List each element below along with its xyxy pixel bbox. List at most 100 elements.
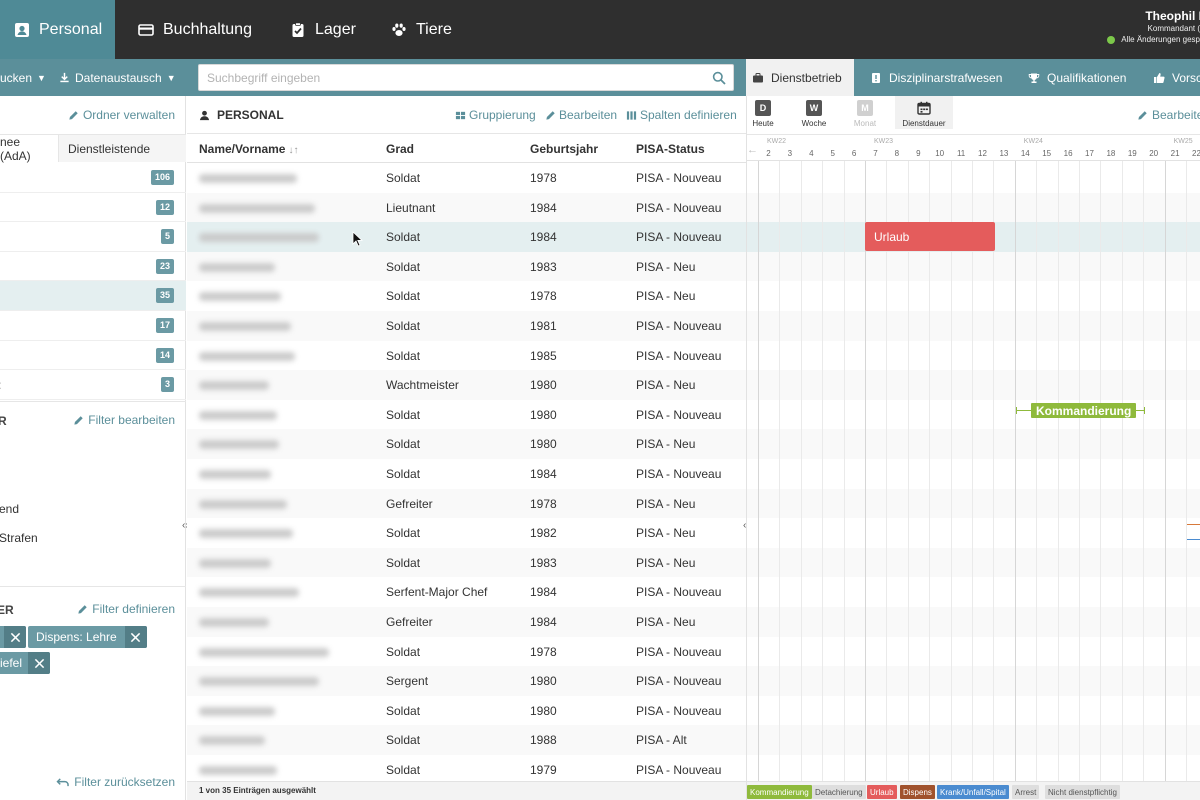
timeline-row[interactable] [747,577,1200,607]
folder-item[interactable]: 14 [0,341,186,371]
timeline-row[interactable] [747,429,1200,459]
timeline-row[interactable] [747,547,1200,578]
view-label: Dienstdauer [902,119,946,128]
table-row[interactable]: Lieutnant 1984 PISA - Nouveau [187,192,746,223]
timeline-row[interactable] [747,311,1200,341]
define-filter-link[interactable]: Filter definieren [77,602,175,616]
timeline-row[interactable] [747,488,1200,519]
timeline-row[interactable] [747,281,1200,311]
reset-filter-link[interactable]: Filter zurücksetzen [56,775,175,789]
timeline-row[interactable] [747,163,1200,193]
arrow-left-icon[interactable]: ← [747,144,758,156]
table-row[interactable]: Gefreiter 1978 PISA - Neu [187,488,746,519]
table-row[interactable]: Gefreiter 1984 PISA - Neu [187,607,746,637]
define-columns-button[interactable]: Spalten definieren [626,108,737,122]
event-label: Kommandierung [1036,403,1132,418]
table-row[interactable]: Soldat 1983 PISA - Neu [187,547,746,578]
tab-dienstbetrieb[interactable]: Dienstbetrieb [746,59,854,96]
event-urlaub[interactable]: Urlaub [865,222,995,251]
cell-pisa: PISA - Nouveau [636,467,722,481]
search-icon[interactable] [712,71,726,85]
column-header-grad[interactable]: Grad [386,142,414,156]
close-icon[interactable] [28,652,51,674]
tab-dienstleistende[interactable]: Dienstleistende [59,135,186,162]
close-icon[interactable] [4,626,26,648]
tab-qualifikationen[interactable]: Qualifikationen [1028,59,1126,96]
nav-tab-buchhaltung[interactable]: Buchhaltung [138,0,252,59]
folder-item[interactable]: :3 [0,370,186,400]
timeline-row[interactable] [747,607,1200,637]
table-row[interactable]: Soldat 1980 PISA - Neu [187,429,746,459]
print-dropdown-button[interactable]: ucken ▼ [0,59,46,96]
filter-item[interactable]: Strafen [0,531,38,545]
table-row[interactable]: Soldat 1988 PISA - Alt [187,725,746,755]
table-row[interactable]: Soldat 1982 PISA - Neu [187,518,746,548]
table-row[interactable]: Soldat 1981 PISA - Nouveau [187,311,746,341]
timeline-row[interactable] [747,725,1200,755]
event-dispens-line[interactable] [1187,524,1200,525]
filter-item[interactable]: end [0,502,19,516]
timeline-row[interactable] [747,192,1200,223]
table-row[interactable]: Soldat 1978 PISA - Nouveau [187,637,746,667]
tab-vorschlaege[interactable]: Vorsc [1153,59,1200,96]
grid-line [1186,161,1187,781]
timeline-row[interactable] [747,696,1200,726]
table-row-selected[interactable]: Soldat 1984 PISA - Nouveau [187,222,746,252]
nav-tab-personal[interactable]: Personal [0,0,115,59]
timeline-row[interactable] [747,459,1200,489]
timeline-row[interactable] [747,251,1200,282]
table-row[interactable]: Soldat 1980 PISA - Nouveau [187,696,746,726]
folder-item[interactable]: 17 [0,311,186,341]
timeline-row[interactable] [747,666,1200,696]
table-row[interactable]: Wachtmeister 1980 PISA - Neu [187,370,746,400]
data-exchange-dropdown-button[interactable]: Datenaustausch ▼ [59,59,176,96]
edit-filter-link[interactable]: Filter bearbeiten [73,413,175,427]
timeline-row[interactable] [747,370,1200,400]
manage-folders-link[interactable]: Ordner verwalten [68,108,175,122]
user-info[interactable]: Theophil L Kommandant ( Alle Änderungen … [1107,8,1200,46]
table-row[interactable]: Soldat 1985 PISA - Nouveau [187,341,746,371]
table-row[interactable]: Soldat 1983 PISA - Neu [187,251,746,282]
timeline-row[interactable] [747,755,1200,781]
folder-item[interactable]: 12 [0,193,186,223]
folder-item-selected[interactable]: 35 [0,281,186,311]
cell-grad: Soldat [386,437,421,452]
view-service-duration-button[interactable]: Dienstdauer [895,96,953,129]
timeline-row[interactable] [747,341,1200,371]
folder-item[interactable]: 5 [0,222,186,252]
nav-tab-tiere[interactable]: Tiere [391,0,452,59]
gantt-edit-button[interactable]: Bearbeite [1137,108,1200,122]
event-krank-line[interactable] [1187,539,1200,540]
folder-panel: Ordner verwalten nee (AdA) Dienstleisten… [0,96,189,800]
cell-jahr: 1981 [530,319,557,333]
timeline-row[interactable] [747,637,1200,667]
column-header-name[interactable]: Name/Vorname ↓↑ [199,142,298,156]
table-row[interactable]: Soldat 1984 PISA - Nouveau [187,459,746,489]
folder-item[interactable]: 106 [0,163,186,193]
column-header-pisa[interactable]: PISA-Status [636,142,705,156]
view-today-button[interactable]: D Heute [741,100,785,128]
nav-tab-lager[interactable]: Lager [290,0,356,59]
view-month-button[interactable]: M Monat [843,100,887,128]
tab-angehoerige[interactable]: nee (AdA) [0,135,59,163]
grid-line [1079,161,1080,781]
timeline-row[interactable] [747,518,1200,548]
table-row[interactable]: Soldat 1978 PISA - Neu [187,281,746,311]
close-icon[interactable] [124,626,147,648]
event-range-cap [1144,407,1145,414]
table-row[interactable]: Soldat 1978 PISA - Nouveau [187,163,746,193]
folder-item[interactable]: 23 [0,252,186,282]
table-row[interactable]: Serfent-Major Chef 1984 PISA - Nouveau [187,577,746,607]
event-kommandierung[interactable]: Kommandierung [1031,403,1137,418]
table-row[interactable]: Soldat 1980 PISA - Nouveau [187,400,746,430]
tab-disziplinarstrafwesen[interactable]: Disziplinarstrafwesen [870,59,1002,96]
search-input[interactable] [199,65,733,90]
view-week-button[interactable]: W Woche [792,100,836,128]
column-header-geburtsjahr[interactable]: Geburtsjahr [530,142,598,156]
grouping-button[interactable]: Gruppierung [455,108,536,122]
chevron-down-icon: ▼ [166,72,176,83]
table-row[interactable]: Sergent 1980 PISA - Nouveau [187,666,746,696]
legend-item: Nicht dienstpflichtig [1045,785,1120,799]
edit-button[interactable]: Bearbeiten [545,108,617,122]
cell-jahr: 1984 [530,467,557,481]
